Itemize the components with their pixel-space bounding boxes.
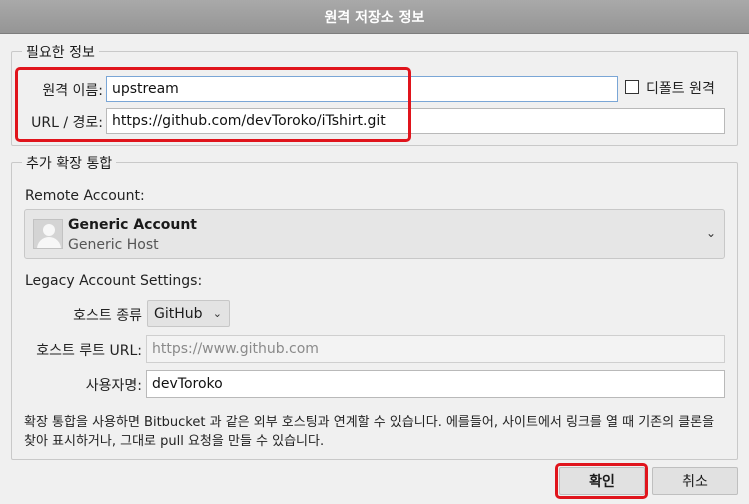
integration-description: 확장 통합을 사용하면 Bitbucket 과 같은 외부 호스팅과 연계할 수…: [24, 415, 715, 449]
cancel-button[interactable]: 취소: [652, 467, 738, 495]
account-host: Generic Host: [68, 237, 159, 253]
default-remote-checkbox[interactable]: [625, 80, 639, 94]
url-input[interactable]: https://github.com/devToroko/iTshirt.git: [106, 108, 725, 134]
host-type-select[interactable]: GitHub ⌄: [147, 300, 230, 327]
default-remote-label[interactable]: 디폴트 원격: [646, 78, 715, 98]
username-input[interactable]: devToroko: [146, 370, 725, 398]
integration-legend: 추가 확장 통합: [22, 153, 117, 173]
host-root-url-label: 호스트 루트 URL:: [36, 343, 142, 359]
url-label: URL / 경로:: [31, 115, 103, 131]
remote-account-dropdown[interactable]: Generic Account Generic Host ⌄: [24, 209, 725, 259]
host-root-url-input: https://www.github.com: [146, 335, 725, 363]
host-type-label: 호스트 종류: [73, 308, 142, 324]
account-name: Generic Account: [68, 217, 198, 233]
remote-name-input[interactable]: upstream: [106, 76, 618, 102]
avatar: [33, 219, 63, 249]
remote-account-label: Remote Account:: [25, 188, 145, 204]
required-info-legend: 필요한 정보: [22, 42, 99, 62]
username-label: 사용자명:: [85, 378, 142, 394]
dialog-title: 원격 저장소 정보: [0, 0, 749, 34]
chevron-down-icon: ⌄: [705, 226, 716, 240]
remote-name-label: 원격 이름:: [42, 83, 103, 99]
host-type-value: GitHub: [154, 305, 203, 322]
chevron-down-icon: ⌄: [212, 307, 222, 320]
ok-button[interactable]: 확인: [559, 467, 645, 495]
legacy-settings-label: Legacy Account Settings:: [25, 273, 203, 289]
